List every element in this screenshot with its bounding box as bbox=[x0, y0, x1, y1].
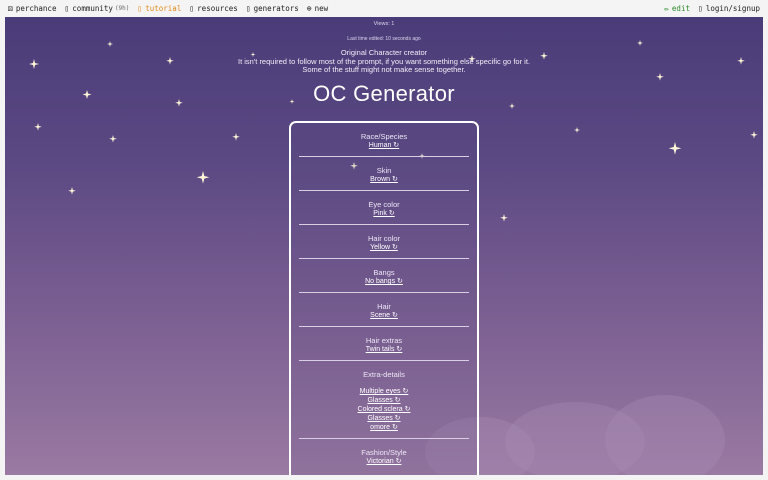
chat-icon: ▯ bbox=[64, 4, 70, 13]
nav-new[interactable]: ⊕ new bbox=[307, 4, 328, 13]
extra-detail-link[interactable]: omore ↻ bbox=[299, 423, 469, 432]
nav-resources-label: resources bbox=[197, 4, 238, 13]
star-icon bbox=[68, 187, 76, 195]
section-extra-details: Extra-details Multiple eyes ↻ Glasses ↻ … bbox=[299, 361, 469, 439]
nav-resources[interactable]: ▯ resources bbox=[189, 4, 237, 13]
plus-circle-icon: ⊕ bbox=[306, 4, 312, 13]
skin-value-link[interactable]: Brown ↻ bbox=[299, 175, 469, 184]
star-icon bbox=[196, 171, 210, 184]
section-hair: Hair Scene ↻ bbox=[299, 293, 469, 327]
star-icon bbox=[750, 131, 758, 139]
section-label: Hair bbox=[377, 302, 391, 311]
star-icon bbox=[109, 135, 117, 143]
list-icon: ▯ bbox=[245, 4, 251, 13]
section-eye-color: Eye color Pink ↻ bbox=[299, 191, 469, 225]
nav-brand-label: perchance bbox=[15, 4, 57, 13]
user-icon: ▯ bbox=[697, 4, 703, 13]
star-icon bbox=[500, 214, 508, 222]
section-fashion: Fashion/Style Victorian ↻ bbox=[299, 439, 469, 473]
extra-detail-link[interactable]: Colored sclera ↻ bbox=[299, 405, 469, 414]
nav-login-label: login/signup bbox=[705, 4, 760, 13]
nav-generators-label: generators bbox=[253, 4, 299, 13]
generator-description: Original Character creator It isn't requ… bbox=[5, 48, 763, 75]
section-label: Race/Species bbox=[360, 132, 408, 141]
nav-generators[interactable]: ▯ generators bbox=[246, 4, 299, 13]
extra-detail-link[interactable]: Multiple eyes ↻ bbox=[299, 387, 469, 396]
hair-color-value-link[interactable]: Yellow ↻ bbox=[299, 243, 469, 252]
pencil-icon: ✏ bbox=[664, 4, 669, 13]
fashion-value-link[interactable]: Victorian ↻ bbox=[299, 457, 469, 466]
eye-color-value-link[interactable]: Pink ↻ bbox=[299, 209, 469, 218]
nav-tutorial[interactable]: ▯ tutorial bbox=[137, 4, 181, 13]
nav-new-label: new bbox=[314, 4, 329, 13]
nav-login[interactable]: ▯ login/signup bbox=[698, 4, 760, 13]
section-label: Extra-details bbox=[363, 370, 405, 379]
cloud-decoration bbox=[605, 395, 725, 475]
nav-community[interactable]: ▯ community (9h) bbox=[64, 4, 129, 13]
top-nav-bar: ⚄ perchance ▯ community (9h) ▯ tutorial … bbox=[0, 0, 768, 17]
extra-detail-link[interactable]: Glasses ↻ bbox=[299, 396, 469, 405]
view-count: Views: 1 bbox=[373, 21, 395, 27]
nav-community-count: (9h) bbox=[114, 5, 130, 12]
hair-value-link[interactable]: Scene ↻ bbox=[299, 311, 469, 320]
hair-extras-value-link[interactable]: Twin tails ↻ bbox=[299, 345, 469, 354]
page-title: OC Generator bbox=[313, 81, 455, 106]
section-label: Eye color bbox=[368, 200, 400, 209]
nav-community-label: community bbox=[72, 4, 113, 13]
section-bangs: Bangs No bangs ↻ bbox=[299, 259, 469, 293]
description-line: Some of the stuff might not make sense t… bbox=[302, 65, 466, 75]
star-icon bbox=[574, 127, 580, 133]
star-icon bbox=[668, 142, 682, 155]
nav-edit[interactable]: ✏ edit bbox=[664, 4, 690, 13]
bangs-value-link[interactable]: No bangs ↻ bbox=[299, 277, 469, 286]
star-icon bbox=[232, 133, 240, 141]
section-label: Fashion/Style bbox=[361, 448, 407, 457]
nav-right-group: ✏ edit ▯ login/signup bbox=[664, 0, 760, 17]
nav-edit-label: edit bbox=[671, 4, 690, 13]
book-icon: ▯ bbox=[137, 4, 143, 13]
nav-brand[interactable]: ⚄ perchance bbox=[8, 4, 56, 13]
section-race: Race/Species Human ↻ bbox=[299, 123, 469, 157]
star-icon bbox=[34, 123, 42, 131]
nav-tutorial-label: tutorial bbox=[145, 4, 182, 13]
section-label: Bangs bbox=[373, 268, 395, 277]
section-label: Skin bbox=[376, 166, 392, 175]
last-edited: Last time edited: 10 seconds ago bbox=[347, 36, 421, 42]
race-value-link[interactable]: Human ↻ bbox=[299, 141, 469, 150]
generator-card: Race/Species Human ↻ Skin Brown ↻ Eye co… bbox=[289, 121, 479, 475]
section-hair-extras: Hair extras Twin tails ↻ bbox=[299, 327, 469, 361]
section-skin: Skin Brown ↻ bbox=[299, 157, 469, 191]
extra-detail-link[interactable]: Glasses ↻ bbox=[299, 414, 469, 423]
section-hair-color: Hair color Yellow ↻ bbox=[299, 225, 469, 259]
generator-page: Views: 1 Last time edited: 10 seconds ag… bbox=[5, 17, 763, 475]
section-label: Hair color bbox=[367, 234, 401, 243]
section-label: Hair extras bbox=[365, 336, 403, 345]
link-icon: ▯ bbox=[189, 4, 195, 13]
dice-icon: ⚄ bbox=[8, 4, 13, 13]
